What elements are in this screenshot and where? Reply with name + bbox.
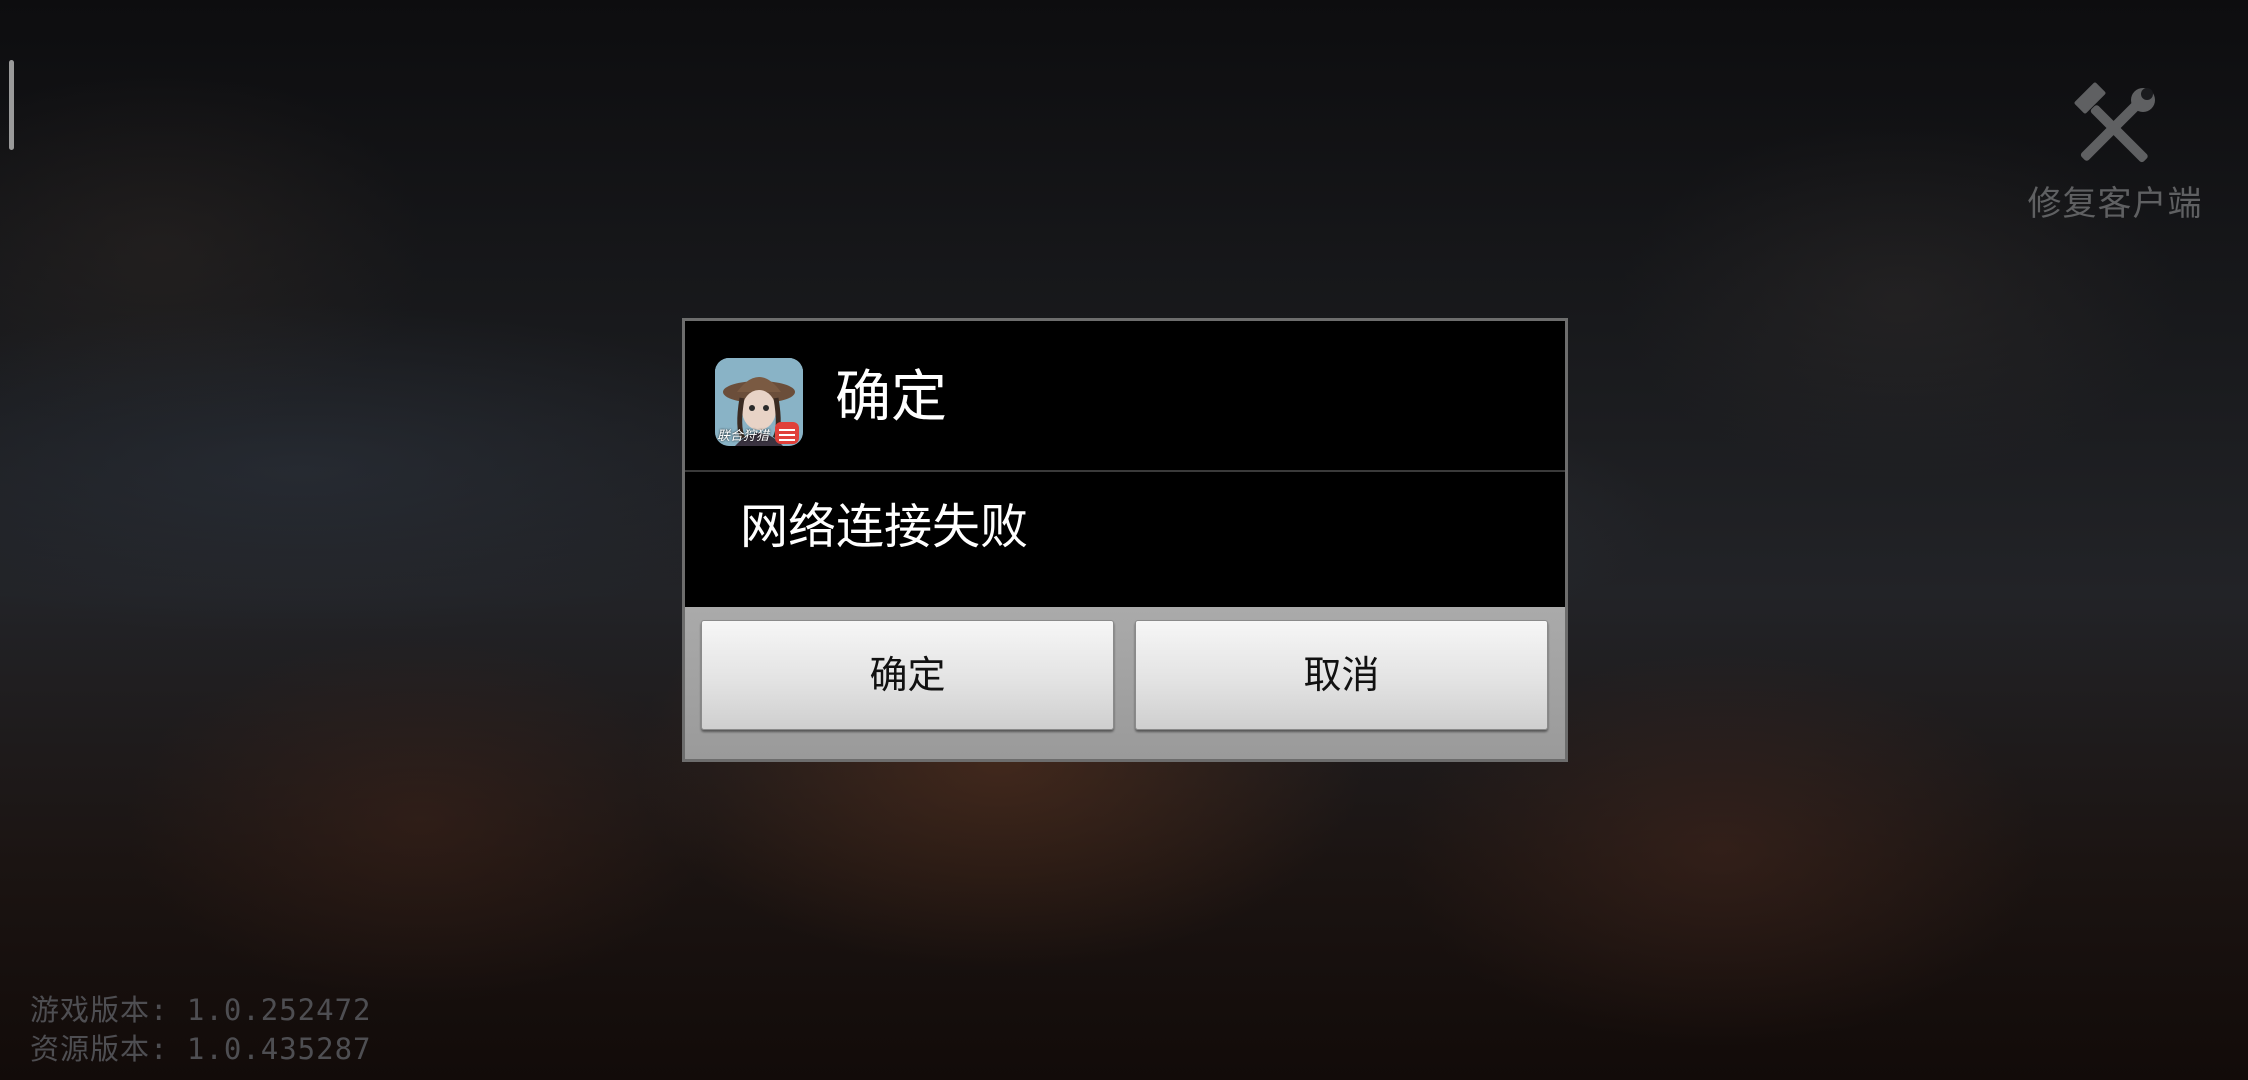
confirm-button[interactable]: 确定 [701, 620, 1114, 730]
repair-client-label: 修复客户端 [2027, 184, 2203, 224]
app-icon-caption: 联合狩猎 [717, 429, 770, 444]
repair-client-button[interactable]: 修复客户端 [2020, 80, 2210, 225]
dialog-button-bar: 确定 取消 [685, 607, 1565, 759]
app-icon: 联合狩猎 [715, 358, 803, 446]
cancel-button[interactable]: 取消 [1135, 620, 1548, 730]
dialog-message: 网络连接失败 [740, 499, 1029, 555]
dialog-header: 联合狩猎 确定 [685, 321, 1565, 472]
edge-handle[interactable] [9, 60, 14, 150]
resource-version-text: 资源版本: 1.0.435287 [30, 1032, 372, 1066]
game-version-text: 游戏版本: 1.0.252472 [30, 993, 372, 1027]
confirm-dialog: 联合狩猎 确定 网络连接失败 确定 取消 [682, 318, 1568, 762]
dialog-title: 确定 [835, 365, 947, 430]
game-background: 修复客户端 游戏版本: 1.0.252472 资源版本: 1.0.435287 [0, 0, 2248, 1080]
wrench-hammer-icon [2074, 82, 2155, 163]
